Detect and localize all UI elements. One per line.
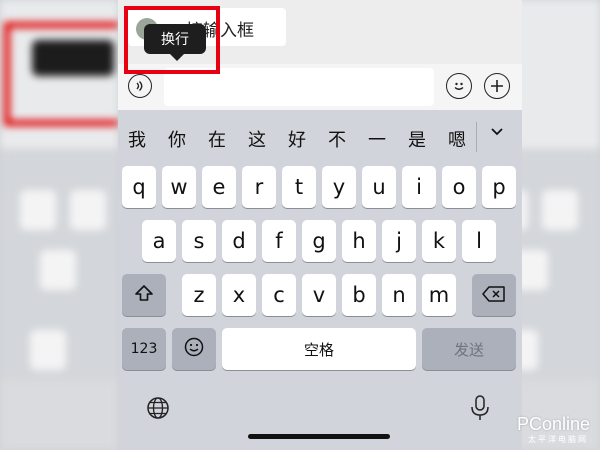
globe-icon[interactable]: [144, 394, 172, 422]
key-f[interactable]: f: [262, 220, 296, 262]
blurred-key: [40, 250, 76, 290]
key-r[interactable]: r: [242, 166, 276, 208]
key-i[interactable]: i: [402, 166, 436, 208]
key-q[interactable]: q: [122, 166, 156, 208]
blurred-key: [542, 190, 578, 230]
blurred-key: [30, 330, 66, 370]
send-key[interactable]: 发送: [422, 328, 516, 370]
key-l[interactable]: l: [462, 220, 496, 262]
key-e[interactable]: e: [202, 166, 236, 208]
candidate-bar: 我 你 在 这 好 不 一 是 嗯: [118, 118, 522, 156]
key-b[interactable]: b: [342, 274, 376, 316]
numbers-key[interactable]: 123: [122, 328, 166, 370]
chevron-down-icon[interactable]: [486, 124, 508, 146]
key-y[interactable]: y: [322, 166, 356, 208]
candidate-word[interactable]: 是: [408, 126, 426, 152]
key-d[interactable]: d: [222, 220, 256, 262]
watermark-logo: PConline: [516, 414, 590, 434]
candidate-word[interactable]: 在: [208, 126, 226, 152]
key-w[interactable]: w: [162, 166, 196, 208]
candidate-word[interactable]: 不: [328, 126, 346, 152]
watermark-subtitle: 太平洋电脑网: [528, 435, 588, 444]
key-j[interactable]: j: [382, 220, 416, 262]
shift-key[interactable]: [122, 274, 166, 316]
blurred-background-left: [0, 0, 118, 450]
candidate-word[interactable]: 你: [168, 126, 186, 152]
microphone-icon[interactable]: [466, 394, 494, 422]
key-n[interactable]: n: [382, 274, 416, 316]
backspace-icon: [482, 283, 506, 307]
key-z[interactable]: z: [182, 274, 216, 316]
key-s[interactable]: s: [182, 220, 216, 262]
emoji-icon: [184, 337, 204, 362]
key-m[interactable]: m: [422, 274, 456, 316]
emoji-icon[interactable]: [446, 73, 472, 99]
key-k[interactable]: k: [422, 220, 456, 262]
shift-icon: [134, 283, 154, 307]
voice-icon[interactable]: [128, 74, 152, 98]
blurred-key: [20, 190, 56, 230]
candidate-divider: [476, 122, 477, 152]
key-h[interactable]: h: [342, 220, 376, 262]
highlight-box: [124, 6, 220, 74]
candidate-word[interactable]: 好: [288, 126, 306, 152]
candidate-word[interactable]: 一: [368, 126, 386, 152]
key-g[interactable]: g: [302, 220, 336, 262]
key-u[interactable]: u: [362, 166, 396, 208]
key-v[interactable]: v: [302, 274, 336, 316]
key-p[interactable]: p: [482, 166, 516, 208]
candidate-word[interactable]: 这: [248, 126, 266, 152]
key-a[interactable]: a: [142, 220, 176, 262]
space-key[interactable]: 空格: [222, 328, 416, 370]
plus-icon[interactable]: [484, 73, 510, 99]
key-o[interactable]: o: [442, 166, 476, 208]
key-c[interactable]: c: [262, 274, 296, 316]
blurred-highlight: [4, 22, 118, 126]
delete-key[interactable]: [472, 274, 516, 316]
blurred-bottom: [0, 380, 118, 450]
candidate-word[interactable]: 嗯: [448, 126, 466, 152]
emoji-key[interactable]: [172, 328, 216, 370]
blurred-key: [70, 190, 106, 230]
key-t[interactable]: t: [282, 166, 316, 208]
phone-screen: 接输入框 换行 我 你 在 这 好 不 一 是 嗯 q w e r t y u: [118, 0, 522, 450]
home-indicator: [248, 434, 390, 439]
key-x[interactable]: x: [222, 274, 256, 316]
candidate-word[interactable]: 我: [128, 126, 146, 152]
